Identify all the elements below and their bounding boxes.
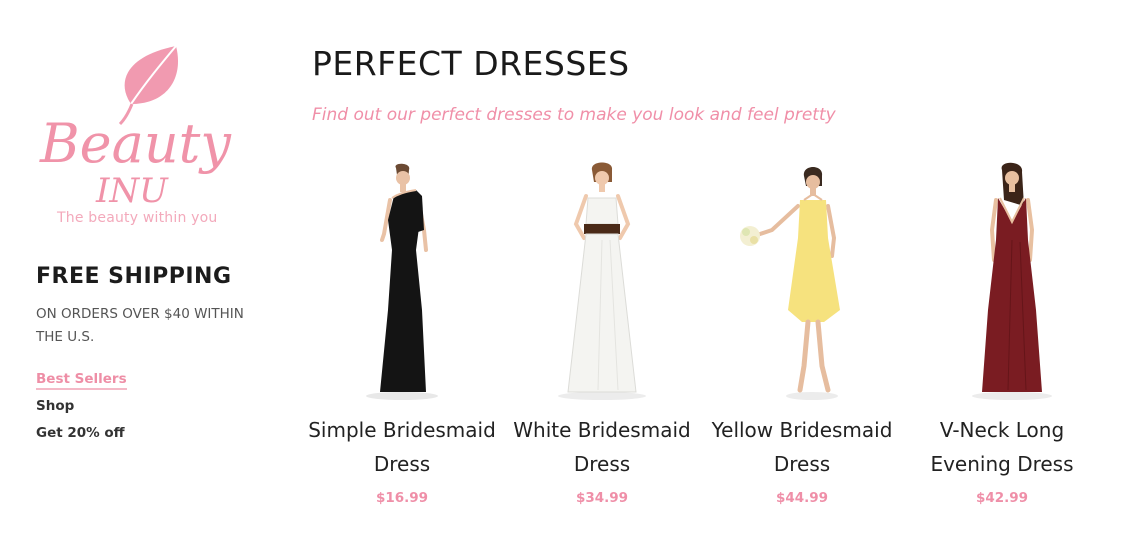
product-image-black-dress[interactable]	[332, 160, 472, 402]
product-card[interactable]: Yellow Bridesmaid Dress $44.99	[712, 160, 892, 520]
product-card[interactable]: V-Neck Long Evening Dress $42.99	[912, 160, 1092, 520]
product-image-white-dress[interactable]	[532, 160, 672, 402]
product-name[interactable]: Simple Bridesmaid Dress	[307, 413, 497, 481]
leaf-logo-icon: Beauty INU	[39, 45, 232, 211]
sidebar-link-best-sellers[interactable]: Best Sellers	[36, 371, 127, 390]
product-card[interactable]: White Bridesmaid Dress $34.99	[512, 160, 692, 520]
sidebar: Beauty INU The beauty within you FREE SH…	[0, 0, 280, 538]
sidebar-link-shop[interactable]: Shop	[36, 398, 74, 414]
brand-tagline: The beauty within you	[57, 210, 218, 226]
product-price: $44.99	[775, 490, 829, 506]
shipping-note: ON ORDERS OVER $40 WITHIN THE U.S.	[36, 306, 244, 345]
product-image-burgundy-dress[interactable]	[932, 160, 1072, 402]
brand-logo[interactable]: Beauty INU The beauty within you	[36, 42, 236, 237]
product-price: $16.99	[375, 490, 429, 506]
product-price: $34.99	[575, 490, 629, 506]
sidebar-item-get-20-off[interactable]: Get 20% off	[36, 420, 127, 447]
sidebar-item-best-sellers[interactable]: Best Sellers	[36, 366, 127, 393]
sidebar-link-get-20-off[interactable]: Get 20% off	[36, 425, 125, 441]
main-content: PERFECT DRESSES Find out our perfect dre…	[308, 0, 1102, 538]
product-image-yellow-dress[interactable]	[732, 160, 872, 402]
shipping-title: FREE SHIPPING	[36, 264, 232, 289]
product-grid: Simple Bridesmaid Dress $16.99 White Bri…	[308, 160, 1112, 530]
product-name[interactable]: V-Neck Long Evening Dress	[907, 413, 1097, 481]
sidebar-nav: Best Sellers Shop Get 20% off	[36, 366, 127, 447]
product-name[interactable]: White Bridesmaid Dress	[507, 413, 697, 481]
page-subtitle: Find out our perfect dresses to make you…	[312, 105, 836, 125]
page-title: PERFECT DRESSES	[312, 44, 630, 83]
sidebar-item-shop[interactable]: Shop	[36, 393, 127, 420]
product-name[interactable]: Yellow Bridesmaid Dress	[707, 413, 897, 481]
logo-word1: Beauty	[39, 112, 232, 175]
product-price: $42.99	[975, 490, 1029, 506]
product-card[interactable]: Simple Bridesmaid Dress $16.99	[308, 160, 496, 520]
logo-word2: INU	[95, 171, 169, 211]
